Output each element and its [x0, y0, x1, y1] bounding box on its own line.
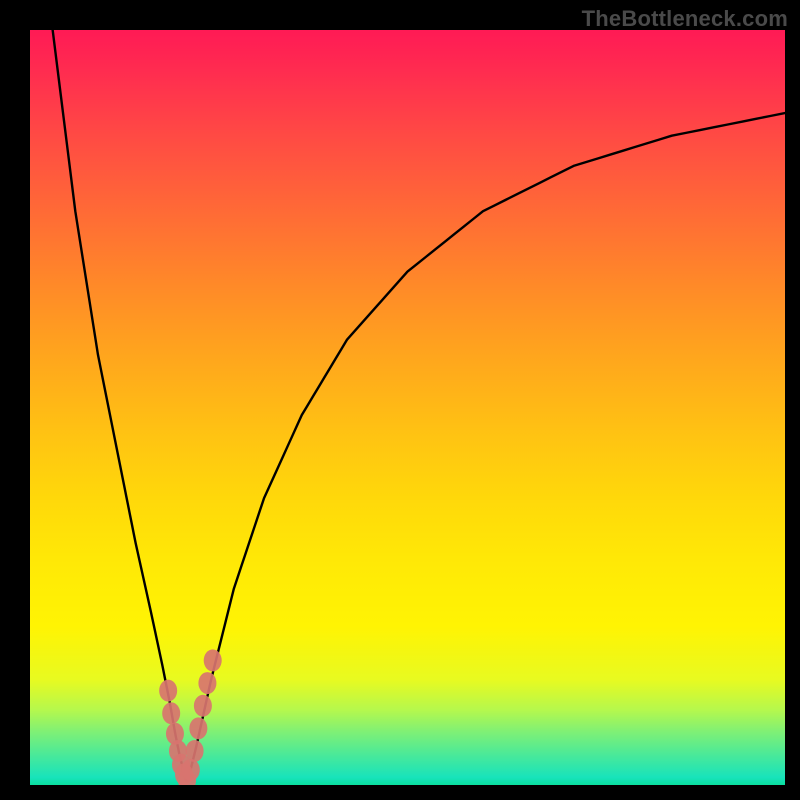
data-markers [159, 649, 222, 785]
curve-svg [30, 30, 785, 785]
curve-right-branch [188, 113, 785, 781]
marker-0 [159, 680, 177, 702]
marker-9 [189, 717, 207, 739]
plot-area [30, 30, 785, 785]
marker-11 [198, 672, 216, 694]
marker-7 [182, 759, 200, 781]
bottleneck-curve [53, 30, 785, 781]
marker-1 [162, 702, 180, 724]
curve-left-branch [53, 30, 187, 781]
marker-8 [186, 740, 204, 762]
chart-container: TheBottleneck.com [0, 0, 800, 800]
marker-12 [204, 649, 222, 671]
marker-10 [194, 695, 212, 717]
watermark-text: TheBottleneck.com [582, 6, 788, 32]
